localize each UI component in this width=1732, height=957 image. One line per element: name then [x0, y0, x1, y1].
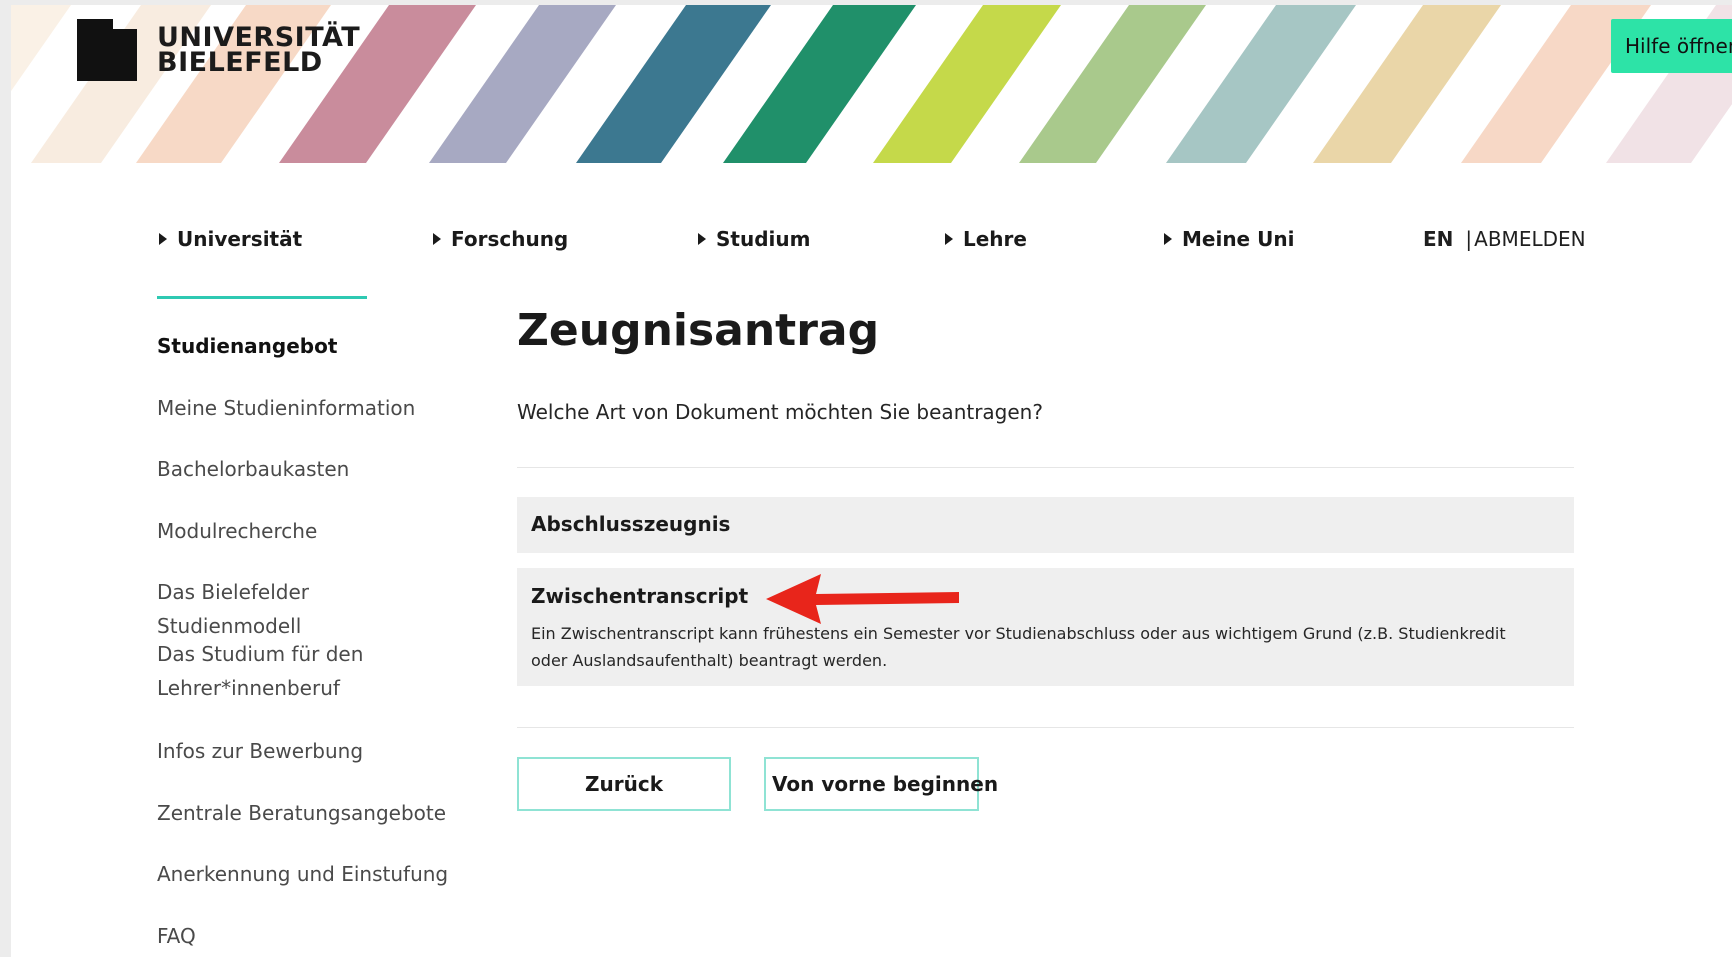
nav-triangle-icon	[698, 233, 706, 245]
option-description: Ein Zwischentranscript kann frühestens e…	[531, 624, 1506, 670]
sidebar-item-lehrerberuf[interactable]: Das Studium für den Lehrer*innenberuf	[157, 637, 377, 705]
sidebar-item-studienangebot[interactable]: Studienangebot	[157, 329, 457, 363]
logo-text: UNIVERSITÄT BIELEFELD	[157, 22, 361, 78]
header-banner: UNIVERSITÄT BIELEFELD Hilfe öffnen	[11, 5, 1732, 163]
sidebar-item-studienmodell[interactable]: Das Bielefelder Studienmodell	[157, 575, 457, 643]
sidebar-item-bachelorbaukasten[interactable]: Bachelorbaukasten	[157, 452, 457, 486]
nav-label: Studium	[716, 227, 811, 251]
option-zwischentranscript[interactable]: Zwischentranscript Ein Zwischentranscrip…	[517, 568, 1574, 686]
option-title: Abschlusszeugnis	[531, 512, 731, 536]
language-logout: EN | ABMELDEN	[1423, 227, 1586, 251]
help-button[interactable]: Hilfe öffnen	[1611, 19, 1732, 73]
sidebar-item-anerkennung[interactable]: Anerkennung und Einstufung	[157, 857, 457, 891]
sidebar-accent-bar	[157, 296, 367, 299]
restart-button[interactable]: Von vorne beginnen	[764, 757, 998, 811]
nav-item-studium[interactable]: Studium	[698, 227, 810, 251]
nav-triangle-icon	[1164, 233, 1172, 245]
nav-triangle-icon	[433, 233, 441, 245]
option-title: Zwischentranscript	[531, 584, 749, 608]
nav-triangle-icon	[159, 233, 167, 245]
nav-item-meine-uni[interactable]: Meine Uni	[1164, 227, 1294, 251]
nav-label: Forschung	[451, 227, 569, 251]
page: UNIVERSITÄT BIELEFELD Hilfe öffnen Unive…	[11, 5, 1732, 957]
option-abschlusszeugnis[interactable]: Abschlusszeugnis	[517, 497, 1574, 553]
nav-label: Meine Uni	[1182, 227, 1295, 251]
sidebar-item-modulrecherche[interactable]: Modulrecherche	[157, 514, 457, 548]
sidebar-item-bewerbung[interactable]: Infos zur Bewerbung	[157, 734, 457, 768]
nav-item-lehre[interactable]: Lehre	[945, 227, 1027, 251]
red-arrow-annotation	[766, 574, 959, 624]
logout-link[interactable]: ABMELDEN	[1474, 227, 1585, 251]
nav-label: Universität	[177, 227, 303, 251]
logo-mark-icon	[77, 19, 137, 81]
nav-item-universitaet[interactable]: Universität	[159, 227, 302, 251]
nav-item-forschung[interactable]: Forschung	[433, 227, 568, 251]
separator: |	[1465, 227, 1473, 251]
page-title: Zeugnisantrag	[517, 305, 880, 356]
university-logo[interactable]: UNIVERSITÄT BIELEFELD	[77, 19, 361, 89]
question-text: Welche Art von Dokument möchten Sie bean…	[517, 400, 1043, 424]
divider	[517, 727, 1574, 728]
nav-label: Lehre	[963, 227, 1027, 251]
sidebar-item-beratung[interactable]: Zentrale Beratungsangebote	[157, 796, 457, 830]
language-switch-en[interactable]: EN	[1423, 227, 1453, 251]
nav-triangle-icon	[945, 233, 953, 245]
divider	[517, 467, 1574, 468]
back-button[interactable]: Zurück	[517, 757, 731, 811]
sidebar-item-meine-studieninformation[interactable]: Meine Studieninformation	[157, 391, 457, 425]
sidebar-item-faq[interactable]: FAQ	[157, 919, 457, 953]
